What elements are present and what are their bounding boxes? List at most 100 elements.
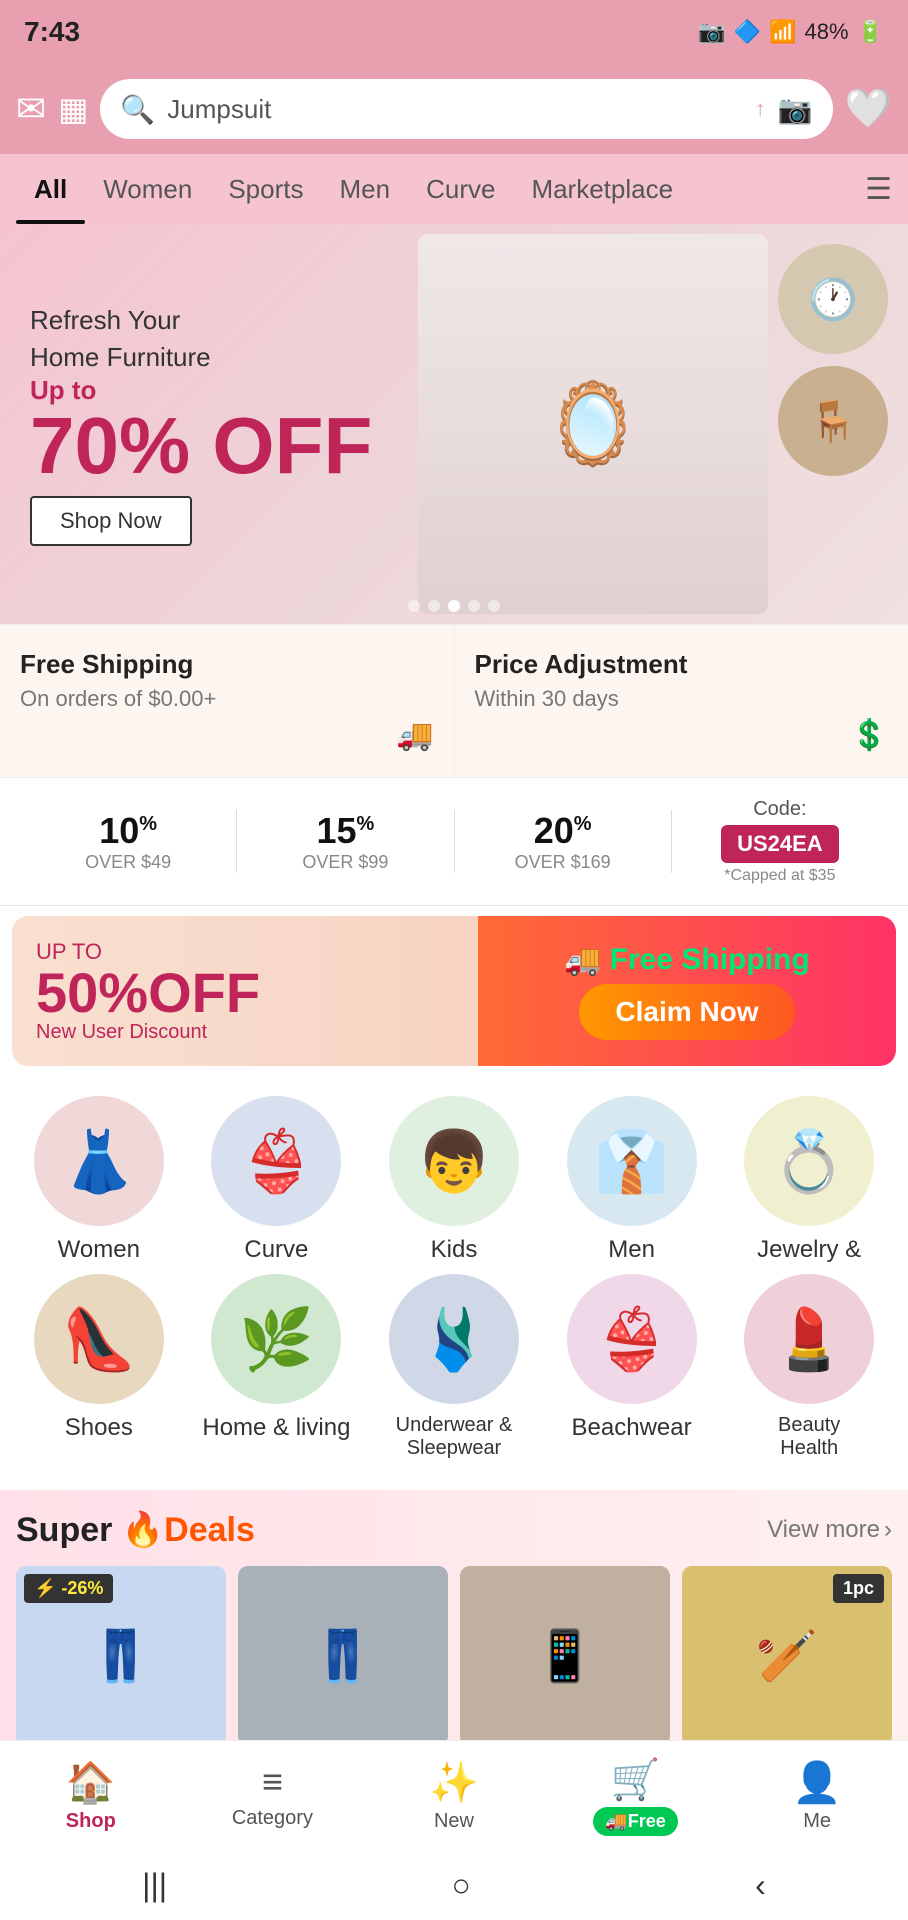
discount-15: 15% OVER $99 bbox=[237, 810, 454, 873]
tab-curve[interactable]: Curve bbox=[408, 154, 513, 224]
category-shoes[interactable]: 👠 Shoes bbox=[19, 1274, 179, 1460]
category-underwear-label: Underwear &Sleepwear bbox=[396, 1414, 513, 1460]
category-section: 👗 Women 👙 Curve 👦 Kids 👔 Men 💍 Jewelry &… bbox=[0, 1076, 908, 1480]
new-user-left: UP TO 50%OFF New User Discount bbox=[12, 919, 478, 1064]
deal-badge-1: ⚡ -26% bbox=[24, 1574, 113, 1603]
dot-2[interactable] bbox=[428, 600, 440, 612]
category-underwear-img: 🩱 bbox=[389, 1274, 519, 1404]
me-label: Me bbox=[803, 1810, 831, 1833]
bottom-nav: 🏠 Shop ≡ Category ✨ New 🛒 🚚Free 👤 Me bbox=[0, 1740, 908, 1850]
banner-dots bbox=[408, 600, 500, 612]
nav-free[interactable]: 🛒 🚚Free bbox=[545, 1756, 727, 1836]
nav-new[interactable]: ✨ New bbox=[363, 1759, 545, 1833]
notification-icon: 📷 bbox=[698, 19, 725, 45]
deal-badge-1pc: 1pc bbox=[833, 1574, 884, 1603]
new-label: New bbox=[434, 1810, 474, 1833]
tab-marketplace[interactable]: Marketplace bbox=[513, 154, 691, 224]
view-more-text: View more bbox=[767, 1516, 880, 1544]
sys-menu-button[interactable]: ||| bbox=[142, 1867, 167, 1904]
discount-code[interactable]: US24EA bbox=[721, 825, 839, 863]
tab-women[interactable]: Women bbox=[85, 154, 210, 224]
me-icon: 👤 bbox=[792, 1759, 842, 1806]
discount-label-15: OVER $99 bbox=[247, 852, 443, 873]
category-men-img: 👔 bbox=[567, 1096, 697, 1226]
mail-icon[interactable]: ✉ bbox=[16, 88, 46, 130]
price-adjustment-card[interactable]: Price Adjustment Within 30 days 💲 bbox=[455, 625, 908, 777]
free-badge: 🚚Free bbox=[593, 1807, 677, 1836]
new-user-right[interactable]: 🚚 Free Shipping Claim Now bbox=[478, 916, 896, 1066]
dot-1[interactable] bbox=[408, 600, 420, 612]
search-bar[interactable]: 🔍 ↑ 📷 bbox=[100, 79, 832, 139]
free-shipping-card[interactable]: Free Shipping On orders of $0.00+ 🚚 bbox=[0, 625, 455, 777]
header: ✉ ▦ 🔍 ↑ 📷 🤍 bbox=[0, 64, 908, 154]
super-deals-header: Super 🔥Deals View more › bbox=[16, 1510, 892, 1550]
category-men[interactable]: 👔 Men bbox=[552, 1096, 712, 1264]
category-beauty[interactable]: 💄 BeautyHealth bbox=[729, 1274, 889, 1460]
discount-20: 20% OVER $169 bbox=[455, 810, 672, 873]
search-input[interactable] bbox=[167, 94, 743, 125]
calendar-icon[interactable]: ▦ bbox=[58, 90, 88, 128]
tab-men[interactable]: Men bbox=[322, 154, 409, 224]
shop-now-button[interactable]: Shop Now bbox=[30, 496, 192, 546]
category-curve[interactable]: 👙 Curve bbox=[196, 1096, 356, 1264]
category-home[interactable]: 🌿 Home & living bbox=[196, 1274, 356, 1460]
category-beauty-label: BeautyHealth bbox=[778, 1414, 840, 1460]
camera-icon[interactable]: 📷 bbox=[778, 93, 813, 126]
price-adjustment-title: Price Adjustment bbox=[475, 649, 889, 680]
wishlist-icon[interactable]: 🤍 bbox=[845, 87, 892, 131]
discount-pct-20: 20% bbox=[465, 810, 661, 852]
banner-subtitle: Refresh YourHome Furniture bbox=[30, 302, 878, 375]
cart-icon: 🛒 bbox=[611, 1756, 661, 1803]
category-beachwear[interactable]: 👙 Beachwear bbox=[552, 1274, 712, 1460]
category-jewelry[interactable]: 💍 Jewelry & bbox=[729, 1096, 889, 1264]
sys-back-button[interactable]: ‹ bbox=[755, 1867, 766, 1904]
discount-10: 10% OVER $49 bbox=[20, 810, 237, 873]
deal-card-3[interactable]: 📱 bbox=[460, 1566, 670, 1746]
banner-content: Refresh YourHome Furniture Up to 70% OFF… bbox=[0, 272, 908, 576]
category-row-2: 👠 Shoes 🌿 Home & living 🩱 Underwear &Sle… bbox=[10, 1274, 898, 1460]
price-adjustment-sub: Within 30 days bbox=[475, 686, 889, 712]
discount-row: 10% OVER $49 15% OVER $99 20% OVER $169 … bbox=[0, 778, 908, 906]
new-user-banner[interactable]: UP TO 50%OFF New User Discount 🚚 Free Sh… bbox=[12, 916, 896, 1066]
shop-icon: 🏠 bbox=[66, 1759, 116, 1806]
category-label: Category bbox=[232, 1807, 313, 1830]
deals-flame: 🔥Deals bbox=[122, 1511, 255, 1549]
deal-card-1[interactable]: 👖 ⚡ -26% bbox=[16, 1566, 226, 1746]
new-user-label: New User Discount bbox=[36, 1021, 454, 1044]
category-icon: ≡ bbox=[262, 1761, 283, 1803]
nav-category[interactable]: ≡ Category bbox=[182, 1761, 364, 1830]
status-bar: 7:43 📷 🔷 📶 48% 🔋 bbox=[0, 0, 908, 64]
banner-discount: 70% OFF bbox=[30, 406, 878, 486]
category-women-label: Women bbox=[58, 1236, 140, 1264]
info-cards: Free Shipping On orders of $0.00+ 🚚 Pric… bbox=[0, 624, 908, 778]
tab-all[interactable]: All bbox=[16, 154, 85, 224]
dot-4[interactable] bbox=[468, 600, 480, 612]
shop-label: Shop bbox=[66, 1810, 116, 1833]
menu-icon[interactable]: ☰ bbox=[865, 172, 892, 207]
deal-card-4[interactable]: 🏏 1pc bbox=[682, 1566, 892, 1746]
free-shipping-sub: On orders of $0.00+ bbox=[20, 686, 434, 712]
nav-shop[interactable]: 🏠 Shop bbox=[0, 1759, 182, 1833]
deal-card-2[interactable]: 👖 bbox=[238, 1566, 448, 1746]
dot-5[interactable] bbox=[488, 600, 500, 612]
category-kids[interactable]: 👦 Kids bbox=[374, 1096, 534, 1264]
nav-me[interactable]: 👤 Me bbox=[726, 1759, 908, 1833]
dot-3[interactable] bbox=[448, 600, 460, 612]
battery-icon: 🔋 bbox=[857, 19, 884, 45]
status-time: 7:43 bbox=[24, 16, 80, 48]
deal-img-3: 📱 bbox=[460, 1566, 670, 1746]
category-home-img: 🌿 bbox=[211, 1274, 341, 1404]
hero-banner: Refresh YourHome Furniture Up to 70% OFF… bbox=[0, 224, 908, 624]
category-women[interactable]: 👗 Women bbox=[19, 1096, 179, 1264]
system-nav: ||| ○ ‹ bbox=[0, 1850, 908, 1920]
tab-sports[interactable]: Sports bbox=[210, 154, 321, 224]
discount-pct-10: 10% bbox=[30, 810, 226, 852]
category-beauty-img: 💄 bbox=[744, 1274, 874, 1404]
category-underwear[interactable]: 🩱 Underwear &Sleepwear bbox=[374, 1274, 534, 1460]
category-curve-img: 👙 bbox=[211, 1096, 341, 1226]
chevron-right-icon: › bbox=[884, 1516, 892, 1544]
claim-now-button[interactable]: Claim Now bbox=[579, 984, 794, 1040]
sys-home-button[interactable]: ○ bbox=[451, 1867, 470, 1904]
view-more-button[interactable]: View more › bbox=[767, 1516, 892, 1544]
category-kids-label: Kids bbox=[431, 1236, 478, 1264]
